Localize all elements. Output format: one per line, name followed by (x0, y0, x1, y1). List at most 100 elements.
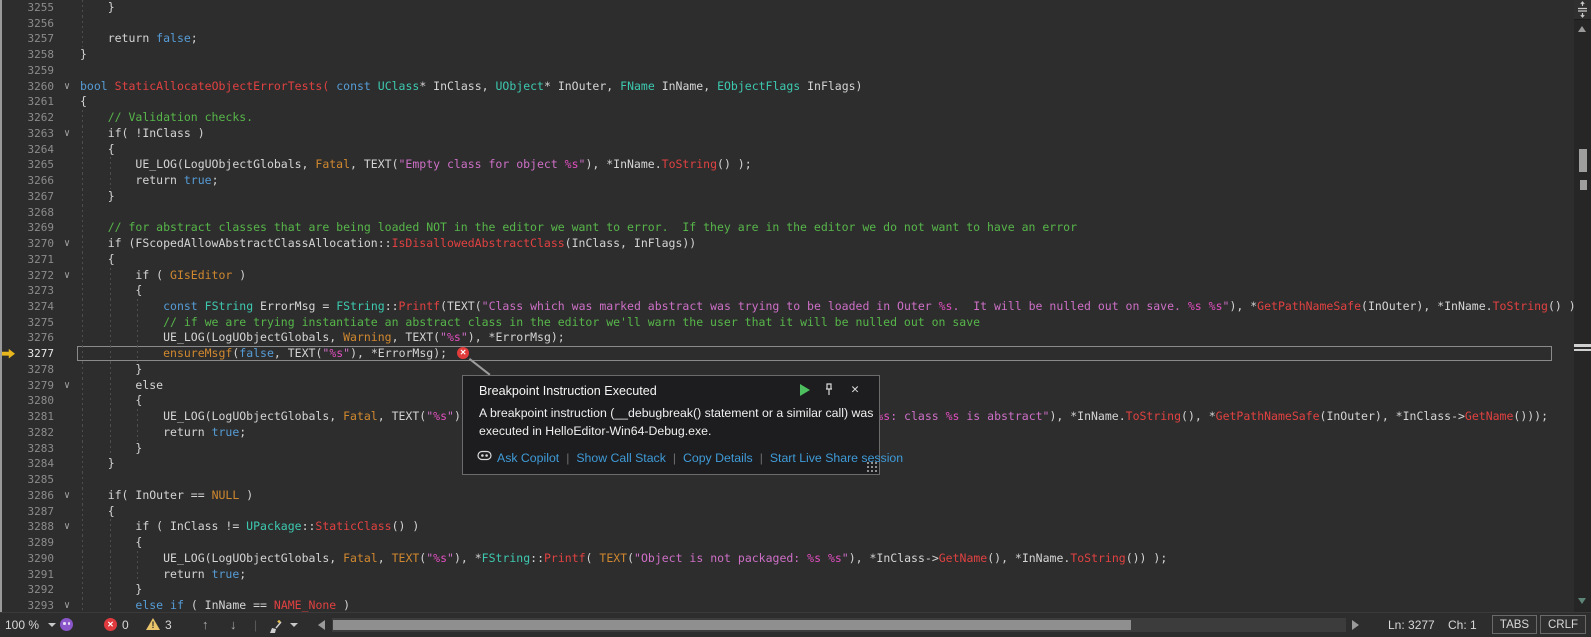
next-issue-arrow-icon[interactable]: ↓ (230, 613, 237, 637)
code-line[interactable]: 3290 UE_LOG(LogUObjectGlobals, Fatal, TE… (0, 551, 1591, 567)
line-number: 3266 (12, 173, 54, 189)
code-text: else if ( InName == NAME_None ) (80, 598, 350, 612)
code-line[interactable]: 3291 return true; (0, 567, 1591, 583)
fold-chevron-icon[interactable]: ∨ (58, 519, 76, 535)
close-icon[interactable]: ✕ (847, 383, 863, 397)
code-cleanup-caret-icon[interactable] (290, 613, 298, 637)
code-text: } (80, 0, 115, 16)
code-line[interactable]: 3256 (0, 16, 1591, 32)
code-line[interactable]: 3257 return false; (0, 31, 1591, 47)
code-line[interactable]: 3292 } (0, 582, 1591, 598)
code-line[interactable]: 3286∨ if( InOuter == NULL ) (0, 488, 1591, 504)
code-text: // Validation checks. (80, 110, 253, 126)
popup-action-separator: | (566, 451, 569, 465)
code-line[interactable]: 3276 UE_LOG(LogUObjectGlobals, Warning, … (0, 330, 1591, 346)
scrollbar-current-line-marker (1574, 344, 1591, 351)
code-line[interactable]: 3265 UE_LOG(LogUObjectGlobals, Fatal, TE… (0, 157, 1591, 173)
code-line[interactable]: 3261{ (0, 94, 1591, 110)
code-text: { (80, 142, 115, 158)
fold-chevron-icon[interactable]: ∨ (58, 79, 76, 95)
fold-chevron-icon[interactable]: ∨ (58, 268, 76, 284)
code-line[interactable]: 3259 (0, 63, 1591, 79)
code-line[interactable]: 3271 { (0, 252, 1591, 268)
warning-count[interactable]: 3 (165, 613, 172, 637)
code-line[interactable]: 3275 // if we are trying instantiate an … (0, 315, 1591, 331)
line-number: 3262 (12, 110, 54, 126)
code-line[interactable]: 3260∨bool StaticAllocateObjectErrorTests… (0, 79, 1591, 95)
line-number: 3268 (12, 205, 54, 221)
breakpoint-hit-icon[interactable] (457, 347, 469, 359)
error-icon[interactable] (104, 613, 117, 637)
horizontal-scrollbar-thumb[interactable] (333, 620, 1131, 630)
code-line[interactable]: 3266 return true; (0, 173, 1591, 189)
code-text: if ( GIsEditor ) (80, 268, 246, 284)
error-count[interactable]: 0 (122, 613, 129, 637)
line-ending-toggle[interactable]: CRLF (1540, 615, 1586, 634)
warning-icon[interactable] (146, 613, 160, 637)
pin-icon[interactable] (821, 383, 837, 397)
code-line[interactable]: 3273 { (0, 283, 1591, 299)
continue-play-icon[interactable] (797, 383, 813, 397)
code-line[interactable]: 3287 { (0, 504, 1591, 520)
line-number: 3278 (12, 362, 54, 378)
line-number: 3283 (12, 441, 54, 457)
scroll-up-arrow-icon[interactable] (1578, 26, 1586, 32)
code-text: { (80, 393, 142, 409)
fold-chevron-icon[interactable]: ∨ (58, 488, 76, 504)
code-text: { (80, 535, 142, 551)
code-line[interactable]: 3267 } (0, 189, 1591, 205)
line-number: 3291 (12, 567, 54, 583)
popup-action-start-live-share-session[interactable]: Start Live Share session (770, 451, 903, 465)
code-text: } (80, 189, 115, 205)
scrollbar-marker (1579, 149, 1587, 172)
popup-action-copy-details[interactable]: Copy Details (683, 451, 753, 465)
cursor-line-indicator: Ln: 3277 (1388, 613, 1435, 637)
popup-action-bar: Ask Copilot|Show Call Stack|Copy Details… (477, 448, 903, 468)
vertical-scrollbar[interactable] (1574, 0, 1591, 612)
popup-action-ask-copilot[interactable]: Ask Copilot (497, 451, 559, 465)
line-number: 3289 (12, 535, 54, 551)
line-number: 3276 (12, 330, 54, 346)
popup-resize-grip[interactable] (866, 461, 877, 472)
code-cleanup-broom-icon[interactable] (266, 618, 284, 637)
tabs-mode-toggle[interactable]: TABS (1492, 615, 1537, 634)
line-number: 3273 (12, 283, 54, 299)
line-number: 3272 (12, 268, 54, 284)
code-text: } (80, 47, 87, 63)
code-line[interactable]: 3288∨ if ( InClass != UPackage::StaticCl… (0, 519, 1591, 535)
split-editor-handle-icon[interactable] (1574, 0, 1591, 20)
zoom-dropdown-caret-icon[interactable] (48, 613, 56, 637)
fold-chevron-icon[interactable]: ∨ (58, 598, 76, 612)
code-text: else (80, 378, 163, 394)
code-line[interactable]: 3269 // for abstract classes that are be… (0, 220, 1591, 236)
code-line[interactable]: 3255 } (0, 0, 1591, 16)
code-line[interactable]: 3277 ensureMsgf(false, TEXT("%s"), *Erro… (0, 346, 1591, 362)
code-line[interactable]: 3274 const FString ErrorMsg = FString::P… (0, 299, 1591, 315)
code-line[interactable]: 3264 { (0, 142, 1591, 158)
line-number: 3274 (12, 299, 54, 315)
fold-chevron-icon[interactable]: ∨ (58, 378, 76, 394)
code-line[interactable]: 3293∨ else if ( InName == NAME_None ) (0, 598, 1591, 612)
hscroll-right-arrow-icon[interactable] (1352, 620, 1359, 630)
prev-issue-arrow-icon[interactable]: ↑ (202, 613, 209, 637)
scroll-down-arrow-icon[interactable] (1578, 598, 1586, 604)
visual-studio-editor-window: 3255 }32563257 return false;3258}3259326… (0, 0, 1591, 637)
line-number: 3263 (12, 126, 54, 142)
fold-chevron-icon[interactable]: ∨ (58, 236, 76, 252)
code-line[interactable]: 3262 // Validation checks. (0, 110, 1591, 126)
copilot-status-icon[interactable] (60, 613, 73, 637)
hscroll-left-arrow-icon[interactable] (318, 620, 325, 630)
code-line[interactable]: 3263∨ if( !InClass ) (0, 126, 1591, 142)
cursor-column-indicator: Ch: 1 (1448, 613, 1477, 637)
code-line[interactable]: 3272∨ if ( GIsEditor ) (0, 268, 1591, 284)
code-line[interactable]: 3268 (0, 205, 1591, 221)
fold-chevron-icon[interactable]: ∨ (58, 126, 76, 142)
zoom-level[interactable]: 100 % (5, 613, 39, 637)
code-line[interactable]: 3270∨ if (FScopedAllowAbstractClassAlloc… (0, 236, 1591, 252)
code-line[interactable]: 3258} (0, 47, 1591, 63)
popup-action-show-call-stack[interactable]: Show Call Stack (576, 451, 666, 465)
code-editor[interactable]: 3255 }32563257 return false;3258}3259326… (0, 0, 1591, 612)
line-number: 3261 (12, 94, 54, 110)
code-line[interactable]: 3289 { (0, 535, 1591, 551)
line-number: 3257 (12, 31, 54, 47)
